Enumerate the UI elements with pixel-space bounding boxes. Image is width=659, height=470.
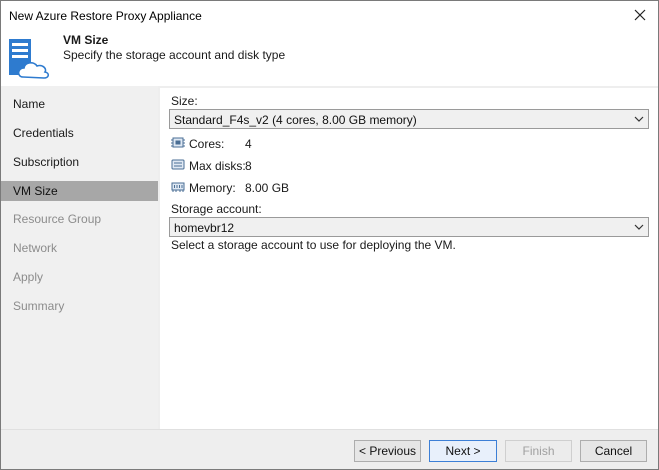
nav-item-network: Network xyxy=(13,241,58,255)
cores-value: 4 xyxy=(245,137,252,151)
storage-account-label: Storage account: xyxy=(171,202,262,216)
storage-account-value: homevbr12 xyxy=(174,221,235,235)
finish-button: Finish xyxy=(505,440,572,462)
window-title: New Azure Restore Proxy Appliance xyxy=(9,9,202,23)
cpu-icon xyxy=(171,137,185,148)
size-dropdown[interactable]: Standard_F4s_v2 (4 cores, 8.00 GB memory… xyxy=(169,109,649,129)
nav-item-subscription[interactable]: Subscription xyxy=(1,152,158,172)
previous-button[interactable]: < Previous xyxy=(354,440,421,462)
wizard-window: New Azure Restore Proxy Appliance VM Siz… xyxy=(0,0,659,470)
main-panel: Size: Standard_F4s_v2 (4 cores, 8.00 GB … xyxy=(160,88,658,429)
page-subtitle: Specify the storage account and disk typ… xyxy=(63,48,286,62)
cancel-button[interactable]: Cancel xyxy=(580,440,647,462)
azure-appliance-icon xyxy=(9,39,50,79)
nav-item-apply: Apply xyxy=(13,270,44,284)
nav-item-summary: Summary xyxy=(13,299,65,313)
nav-item-credentials[interactable]: Credentials xyxy=(1,123,158,143)
wizard-content: Name Credentials Subscription VM Size Re… xyxy=(1,86,658,429)
wizard-steps-nav: Name Credentials Subscription VM Size Re… xyxy=(1,86,158,429)
storage-account-dropdown[interactable]: homevbr12 xyxy=(169,217,649,237)
chevron-down-icon xyxy=(634,116,644,122)
nav-item-vm-size[interactable]: VM Size xyxy=(1,181,158,201)
size-label: Size: xyxy=(171,94,198,108)
storage-account-hint: Select a storage account to use for depl… xyxy=(171,238,456,252)
nav-item-resource-group: Resource Group xyxy=(13,212,102,226)
next-button[interactable]: Next > xyxy=(429,440,497,462)
chevron-down-icon xyxy=(634,224,644,230)
nav-item-name[interactable]: Name xyxy=(1,94,158,114)
memory-icon xyxy=(171,182,185,192)
wizard-footer: < Previous Next > Finish Cancel xyxy=(1,429,658,469)
memory-value: 8.00 GB xyxy=(245,181,290,195)
memory-label: Memory: xyxy=(189,181,236,195)
title-bar: New Azure Restore Proxy Appliance xyxy=(1,1,658,31)
page-title: VM Size xyxy=(63,33,109,47)
cores-label: Cores: xyxy=(189,137,225,151)
max-disks-value: 8 xyxy=(245,159,252,173)
disk-icon xyxy=(171,159,185,170)
size-dropdown-value: Standard_F4s_v2 (4 cores, 8.00 GB memory… xyxy=(174,113,417,127)
close-button[interactable] xyxy=(626,3,654,27)
max-disks-label: Max disks: xyxy=(189,159,246,173)
close-icon xyxy=(634,9,646,21)
wizard-header: VM Size Specify the storage account and … xyxy=(1,31,658,86)
